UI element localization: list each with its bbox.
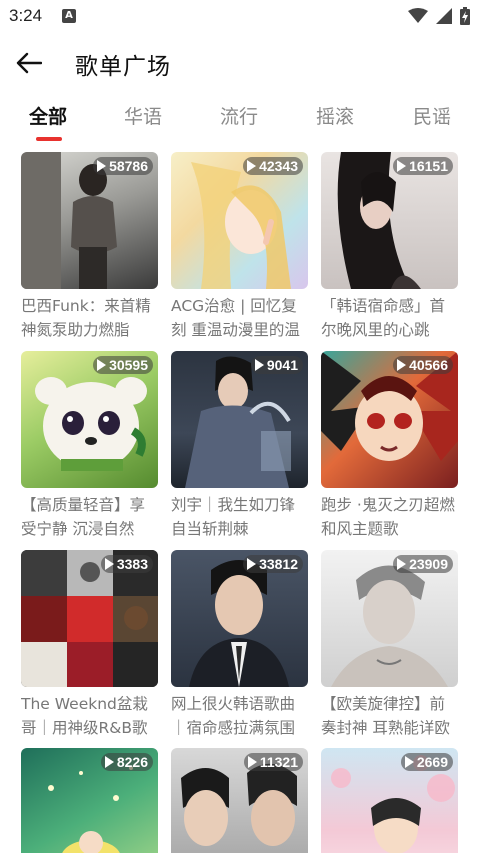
playlist-card[interactable]: 8226 (21, 748, 158, 853)
play-count: 58786 (93, 157, 153, 175)
play-count: 33812 (243, 555, 303, 573)
play-icon (97, 160, 107, 172)
playlist-cover: 9041 (171, 351, 308, 488)
tab-rock[interactable]: 摇滚 (316, 102, 354, 142)
notification-icon: A (62, 9, 76, 23)
playlist-card[interactable]: 42343 ACG治愈 | 回忆复刻 重温动漫里的温 (171, 152, 308, 342)
play-count: 23909 (393, 555, 453, 573)
play-count: 40566 (393, 356, 453, 374)
playlist-card[interactable]: 16151 「韩语宿命感」首尔晚风里的心跳 (321, 152, 458, 342)
playlist-card[interactable]: 58786 巴西Funk：来首精神氮泵助力燃脂 (21, 152, 158, 342)
play-count: 2669 (400, 753, 453, 771)
playlist-cover: 8226 (21, 748, 158, 853)
playlist-title: 【欧美旋律控】前奏封神 耳熟能详欧 (321, 695, 450, 737)
playlist-title: The Weeknd盆栽哥｜用神级R&B歌声 (21, 695, 148, 737)
playlist-cover: 16151 (321, 152, 458, 289)
playlist-cover: 11321 (171, 748, 308, 853)
playlist-title: 网上很火韩语歌曲｜宿命感拉满氛围 (171, 695, 296, 737)
play-icon (397, 160, 407, 172)
arrow-left-icon (16, 52, 42, 74)
playlist-cover: 23909 (321, 550, 458, 687)
playlist-title: 跑步 ·鬼灭之刃超燃和风主题歌 (321, 496, 455, 538)
playlist-card[interactable]: 30595 【高质量轻音】享受宁静 沉浸自然 (21, 351, 158, 541)
playlist-cover: 2669 (321, 748, 458, 853)
play-count: 3383 (100, 555, 153, 573)
play-icon (104, 558, 114, 570)
playlist-title: 「韩语宿命感」首尔晚风里的心跳 (321, 297, 446, 339)
playlist-card[interactable]: 23909 【欧美旋律控】前奏封神 耳熟能详欧 (321, 550, 458, 740)
play-icon (397, 558, 407, 570)
play-icon (404, 756, 414, 768)
play-icon (97, 359, 107, 371)
playlist-card[interactable]: 2669 (321, 748, 458, 853)
tab-folk[interactable]: 民谣 (413, 102, 451, 142)
status-icons (408, 7, 470, 25)
play-icon (397, 359, 407, 371)
tab-indicator (36, 137, 62, 141)
status-bar: 3:24 A (0, 0, 480, 34)
playlist-cover: 40566 (321, 351, 458, 488)
play-count: 9041 (250, 356, 303, 374)
back-button[interactable] (12, 46, 46, 80)
category-tabs: 全部 华语 流行 摇滚 民谣 (0, 102, 480, 146)
playlist-card[interactable]: 33812 网上很火韩语歌曲｜宿命感拉满氛围 (171, 550, 308, 740)
play-count: 42343 (243, 157, 303, 175)
playlist-title: ACG治愈 | 回忆复刻 重温动漫里的温 (171, 297, 300, 339)
playlist-cover: 3383 (21, 550, 158, 687)
playlist-cover: 42343 (171, 152, 308, 289)
play-count: 16151 (393, 157, 453, 175)
tab-all[interactable]: 全部 (29, 102, 67, 142)
playlist-title: 【高质量轻音】享受宁静 沉浸自然 (21, 496, 146, 538)
playlist-title: 巴西Funk：来首精神氮泵助力燃脂 (21, 297, 151, 339)
playlist-card[interactable]: 9041 刘宇｜我生如刀锋自当斩荆棘 (171, 351, 308, 541)
playlist-title: 刘宇｜我生如刀锋自当斩荆棘 (171, 496, 296, 538)
playlist-cover: 30595 (21, 351, 158, 488)
battery-icon (460, 7, 470, 25)
play-count: 11321 (243, 753, 303, 771)
play-icon (254, 359, 264, 371)
playlist-cover: 58786 (21, 152, 158, 289)
play-count: 30595 (93, 356, 153, 374)
play-icon (247, 160, 257, 172)
play-count: 8226 (100, 753, 153, 771)
play-icon (247, 558, 257, 570)
playlist-card[interactable]: 40566 跑步 ·鬼灭之刃超燃和风主题歌 (321, 351, 458, 541)
page-title: 歌单广场 (75, 54, 171, 80)
signal-icon (436, 8, 452, 24)
playlist-card[interactable]: 11321 (171, 748, 308, 853)
wifi-icon (408, 8, 428, 23)
tab-chinese[interactable]: 华语 (124, 102, 162, 142)
playlist-card[interactable]: 3383 The Weeknd盆栽哥｜用神级R&B歌声 (21, 550, 158, 740)
status-time: 3:24 (9, 6, 43, 25)
app-bar: 歌单广场 (0, 34, 480, 90)
playlist-cover: 33812 (171, 550, 308, 687)
play-icon (247, 756, 257, 768)
tab-pop[interactable]: 流行 (220, 102, 258, 142)
play-icon (104, 756, 114, 768)
